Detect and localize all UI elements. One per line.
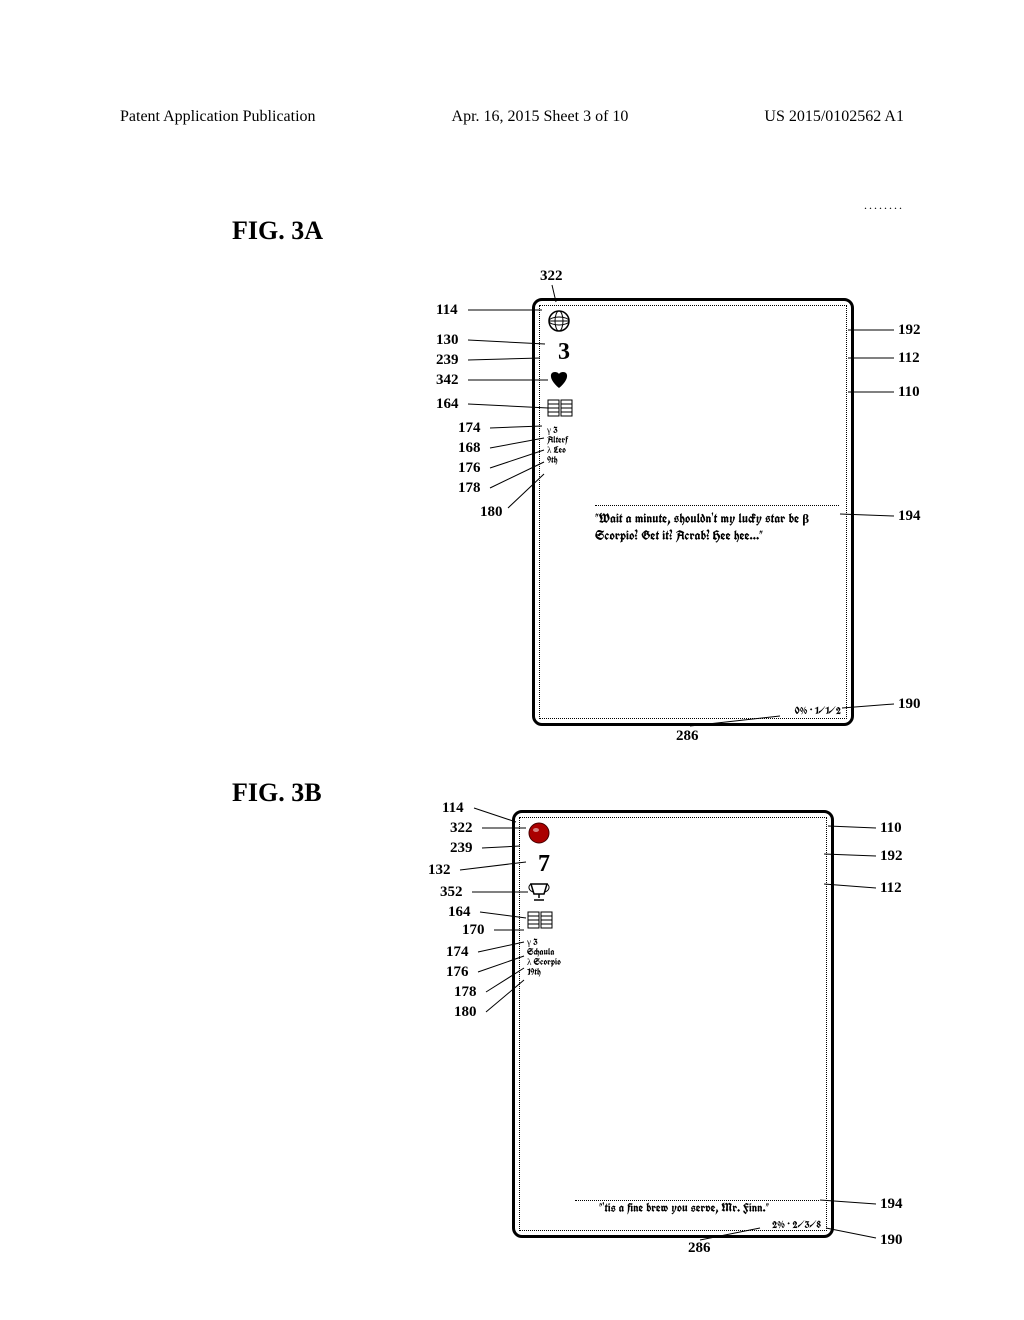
ref-174-a: 174 (458, 420, 481, 437)
ref-190-b: 190 (880, 1232, 903, 1249)
calendar-icon (547, 399, 573, 417)
ref-322-a: 322 (540, 268, 563, 285)
ref-178-a: 178 (458, 480, 481, 497)
calendar-icon-b (527, 911, 553, 929)
ref-342-a: 342 (436, 372, 459, 389)
rank-number: 3 (547, 340, 581, 364)
ref-239-b: 239 (450, 840, 473, 857)
ref-352-b: 352 (440, 884, 463, 901)
dots-decoration: ........ (864, 198, 904, 213)
ref-114-a: 114 (436, 302, 458, 319)
day-of-month-b: 19th (527, 968, 561, 978)
ref-190-a: 190 (898, 696, 921, 713)
globe-icon (547, 309, 571, 333)
quote-text-b: "'tis a fine brew you serve, Mr. Finn." (599, 1201, 819, 1217)
status-text-a: 0% · 1/1/2 (795, 704, 841, 717)
ref-194-b: 194 (880, 1196, 903, 1213)
ref-114-b: 114 (442, 800, 464, 817)
cup-icon (527, 880, 551, 902)
fig-3b-sidebar: 7 γ 3 Schaula λ Scorpio 19th (527, 821, 561, 978)
fig-3a-sidebar: 3 γ 3 Alterf λ Leo 9th (547, 309, 581, 466)
header-center: Apr. 16, 2015 Sheet 3 of 10 (452, 108, 629, 126)
ref-112-b: 112 (880, 880, 902, 897)
quote-text-a: "Wait a minute, shouldn't my lucky star … (595, 511, 839, 545)
ref-194-a: 194 (898, 508, 921, 525)
ref-322-b: 322 (450, 820, 473, 837)
sphere-icon (527, 821, 551, 845)
ref-112-a: 112 (898, 350, 920, 367)
ref-239-a: 239 (436, 352, 459, 369)
header-right: US 2015/0102562 A1 (764, 108, 904, 126)
ref-168-a: 168 (458, 440, 481, 457)
fig-3b-inner-border (519, 817, 827, 1231)
ref-286-b: 286 (688, 1240, 711, 1257)
fig-3a-frame: 3 γ 3 Alterf λ Leo 9th "Wait a minute, s… (532, 298, 854, 726)
day-of-month: 9th (547, 456, 581, 466)
header-left: Patent Application Publication (120, 108, 316, 126)
ref-110-b: 110 (880, 820, 902, 837)
ref-192-b: 192 (880, 848, 903, 865)
ref-180-b: 180 (454, 1004, 477, 1021)
fig-3b-frame: 7 γ 3 Schaula λ Scorpio 19th "'tis a fin… (512, 810, 834, 1238)
ref-164-b: 164 (448, 904, 471, 921)
ref-130-a: 130 (436, 332, 459, 349)
ref-176-a: 176 (458, 460, 481, 477)
ref-174-b: 174 (446, 944, 469, 961)
ref-170-b: 170 (462, 922, 485, 939)
ref-176-b: 176 (446, 964, 469, 981)
rank-number-b: 7 (527, 852, 561, 876)
ref-192-a: 192 (898, 322, 921, 339)
figure-3b-label: FIG. 3B (232, 778, 322, 808)
ref-110-a: 110 (898, 384, 920, 401)
ref-286-a: 286 (676, 728, 699, 745)
ref-132-b: 132 (428, 862, 451, 879)
status-text-b: 2% · 2/3/8 (772, 1218, 821, 1231)
ref-180-a: 180 (480, 504, 503, 521)
page-header: Patent Application Publication Apr. 16, … (120, 108, 904, 126)
ref-164-a: 164 (436, 396, 459, 413)
heart-icon (547, 368, 571, 390)
ref-178-b: 178 (454, 984, 477, 1001)
figure-3a-label: FIG. 3A (232, 216, 323, 246)
quote-divider-a (595, 505, 839, 506)
